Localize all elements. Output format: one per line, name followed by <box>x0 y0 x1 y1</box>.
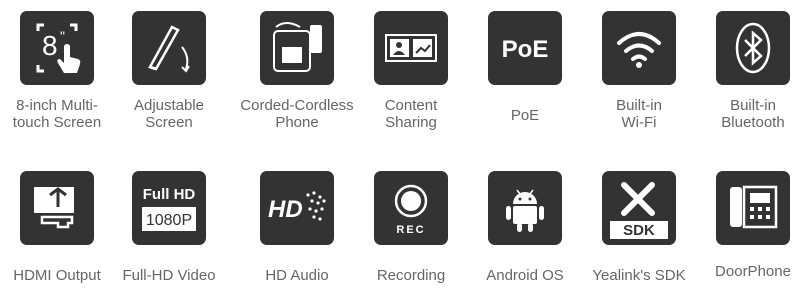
feature-label: HDMI Output <box>13 267 101 284</box>
doorphone-icon <box>716 171 790 245</box>
rec-text: REC <box>396 224 425 236</box>
feature-label: Android OS <box>486 267 564 284</box>
hdmi-output-icon <box>20 171 94 245</box>
content-sharing-icon <box>374 11 448 85</box>
svg-text:8: 8 <box>42 30 58 61</box>
svg-text:": " <box>60 28 65 44</box>
resolution-text: 1080P <box>146 212 192 229</box>
feature-label: Content Sharing <box>384 97 438 131</box>
wifi-icon <box>602 11 676 85</box>
poe-icon-text: PoE <box>502 36 549 63</box>
full-hd-video-icon: Full HD 1080P <box>132 171 206 245</box>
feature-label: Built-in Wi-Fi <box>616 97 662 131</box>
android-icon <box>488 171 562 245</box>
poe-icon: PoE <box>488 11 562 85</box>
bluetooth-icon <box>716 11 790 85</box>
feature-label: PoE <box>510 107 540 124</box>
recording-icon: REC <box>374 171 448 245</box>
hd-text: HD <box>268 196 303 223</box>
feature-label: Yealink's SDK <box>592 267 686 284</box>
sdk-icon: SDK <box>602 171 676 245</box>
feature-label: Full-HD Video <box>122 267 216 284</box>
feature-label: 8-inch Multi- touch Screen <box>12 97 102 131</box>
feature-label: HD Audio <box>265 267 329 284</box>
hd-audio-icon: HD <box>260 171 334 245</box>
adjustable-screen-icon <box>132 11 206 85</box>
feature-label: DoorPhone Features <box>715 263 791 283</box>
full-hd-text: Full HD <box>143 186 196 203</box>
feature-label: Built-in Bluetooth <box>721 97 785 131</box>
multitouch-screen-icon: 8 " <box>20 11 94 85</box>
sdk-text: SDK <box>623 222 655 239</box>
corded-cordless-phone-icon <box>260 11 334 85</box>
feature-label: Adjustable Screen <box>133 97 205 131</box>
feature-label: Corded-Cordless Phone <box>240 97 354 131</box>
feature-label: Recording <box>376 267 446 284</box>
